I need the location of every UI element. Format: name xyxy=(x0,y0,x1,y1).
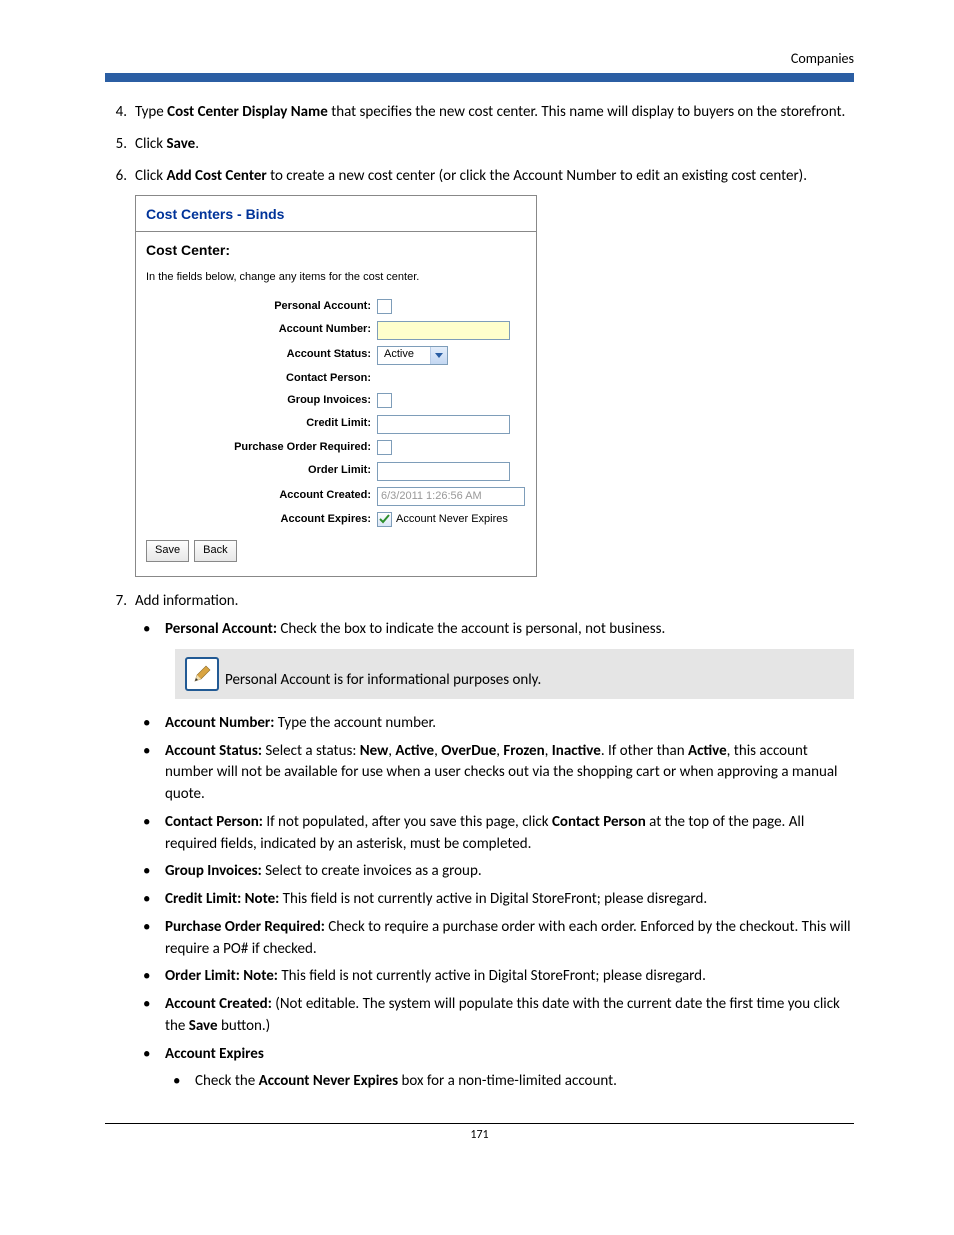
page-number: 171 xyxy=(105,1128,854,1142)
checkbox-account-never-expires[interactable] xyxy=(377,512,392,527)
label-po-required: Purchase Order Required: xyxy=(146,440,377,456)
checkbox-group-invoices[interactable] xyxy=(377,393,392,408)
step-5: Click Save. xyxy=(105,134,854,156)
bullet-credit-limit: Credit Limit: Note: This field is not cu… xyxy=(135,889,854,911)
header-section: Companies xyxy=(105,50,854,67)
label-group-invoices: Group Invoices: xyxy=(146,393,377,409)
label-account-created: Account Created: xyxy=(146,488,377,504)
bullet-account-expires: Account Expires Check the Account Never … xyxy=(135,1044,854,1094)
input-account-created xyxy=(377,487,525,506)
step-7: Add information. Personal Account: Check… xyxy=(105,591,854,1093)
bullet-never-expires: Check the Account Never Expires box for … xyxy=(165,1071,854,1093)
instruction-list: Type Cost Center Display Name that speci… xyxy=(105,102,854,1093)
label-credit-limit: Credit Limit: xyxy=(146,416,377,432)
bullet-po-required: Purchase Order Required: Check to requir… xyxy=(135,917,854,961)
checkbox-po-required[interactable] xyxy=(377,440,392,455)
bullet-group-invoices: Group Invoices: Select to create invoice… xyxy=(135,861,854,883)
label-order-limit: Order Limit: xyxy=(146,463,377,479)
header-divider xyxy=(105,73,854,82)
bullet-account-number: Account Number: Type the account number. xyxy=(135,713,854,735)
chevron-down-icon xyxy=(430,347,447,364)
input-credit-limit[interactable] xyxy=(377,415,510,434)
note-text: Personal Account is for informational pu… xyxy=(225,671,541,691)
label-never-expires-text: Account Never Expires xyxy=(396,512,508,528)
bullet-order-limit: Order Limit: Note: This field is not cur… xyxy=(135,966,854,988)
panel-title: Cost Centers - Binds xyxy=(136,196,536,231)
select-status-value: Active xyxy=(378,347,430,363)
bullet-personal-account: Personal Account: Check the box to indic… xyxy=(135,619,854,641)
step-4: Type Cost Center Display Name that speci… xyxy=(105,102,854,124)
note-callout: Personal Account is for informational pu… xyxy=(175,649,854,699)
input-order-limit[interactable] xyxy=(377,462,510,481)
back-button[interactable]: Back xyxy=(194,540,236,562)
footer-rule xyxy=(105,1123,854,1124)
cost-center-form-panel: Cost Centers - Binds Cost Center: In the… xyxy=(135,195,537,577)
label-personal-account: Personal Account: xyxy=(146,299,377,315)
label-account-expires: Account Expires: xyxy=(146,512,377,528)
bullet-account-status: Account Status: Select a status: New, Ac… xyxy=(135,741,854,806)
input-account-number[interactable] xyxy=(377,321,510,340)
bullet-contact-person: Contact Person: If not populated, after … xyxy=(135,812,854,856)
panel-note: In the fields below, change any items fo… xyxy=(136,266,536,296)
label-contact-person: Contact Person: xyxy=(146,371,377,387)
checkbox-personal-account[interactable] xyxy=(377,299,392,314)
label-account-number: Account Number: xyxy=(146,322,377,338)
panel-subtitle: Cost Center: xyxy=(136,232,536,266)
save-button[interactable]: Save xyxy=(146,540,189,562)
pencil-icon xyxy=(185,657,219,691)
bullet-account-created: Account Created: (Not editable. The syst… xyxy=(135,994,854,1038)
select-account-status[interactable]: Active xyxy=(377,346,448,365)
label-account-status: Account Status: xyxy=(146,347,377,363)
step-6: Click Add Cost Center to create a new co… xyxy=(105,166,854,578)
